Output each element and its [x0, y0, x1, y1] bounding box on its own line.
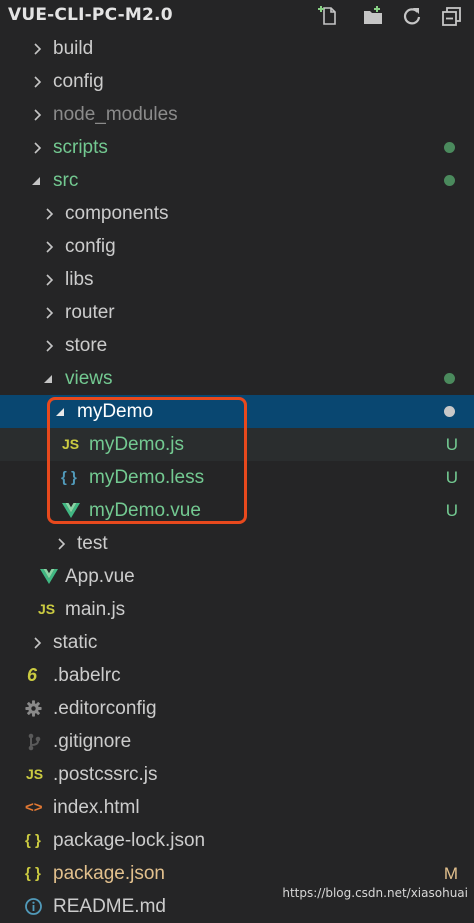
tree-item-main-js[interactable]: JS main.js — [0, 593, 474, 626]
refresh-icon[interactable] — [401, 5, 423, 27]
gear-icon — [25, 700, 42, 717]
git-change-dot — [444, 142, 455, 153]
tree-item-mydemo[interactable]: myDemo — [0, 395, 474, 428]
tree-item-label: config — [65, 236, 116, 257]
tree-item-label: scripts — [53, 137, 108, 158]
tree-item-label: .editorconfig — [53, 698, 157, 719]
tree-item-label: libs — [65, 269, 94, 290]
tree-item-src[interactable]: src — [0, 164, 474, 197]
javascript-file-icon: JS — [26, 766, 44, 782]
tree-item-mydemo-vue[interactable]: myDemo.vue U — [0, 494, 474, 527]
tree-item-label: myDemo.vue — [89, 500, 201, 521]
tree-item-label: views — [65, 368, 113, 389]
braces-file-icon: { } — [25, 832, 41, 849]
tree-item-test[interactable]: test — [0, 527, 474, 560]
tree-item-editorconfig[interactable]: .editorconfig — [0, 692, 474, 725]
git-change-dot — [444, 373, 455, 384]
tree-item-label: router — [65, 302, 115, 323]
tree-item-label: App.vue — [65, 566, 135, 587]
tree-item-scripts[interactable]: scripts — [0, 131, 474, 164]
tree-item-libs[interactable]: libs — [0, 263, 474, 296]
tree-item-label: node_modules — [53, 104, 178, 125]
tree-item-components[interactable]: components — [0, 197, 474, 230]
tree-item-mydemo-less[interactable]: { } myDemo.less U — [0, 461, 474, 494]
tree-item-label: package.json — [53, 863, 165, 884]
git-change-dot — [444, 175, 455, 186]
tree-item-config[interactable]: config — [0, 65, 474, 98]
tree-item-babelrc[interactable]: 6 .babelrc — [0, 659, 474, 692]
tree-item-router[interactable]: router — [0, 296, 474, 329]
tree-item-label: .babelrc — [53, 665, 121, 686]
html-file-icon: <> — [25, 799, 43, 816]
tree-item-label: components — [65, 203, 169, 224]
tree-item-label: store — [65, 335, 108, 356]
chevron-right-icon — [34, 637, 42, 649]
chevron-right-icon — [46, 340, 54, 352]
new-folder-icon[interactable] — [362, 5, 384, 27]
tree-item-index-html[interactable]: <> index.html — [0, 791, 474, 824]
tree-item-node-modules[interactable]: node_modules — [0, 98, 474, 131]
tree-item-label: package-lock.json — [53, 830, 206, 851]
vue-file-icon — [62, 503, 80, 518]
tree-item-label: myDemo.less — [89, 467, 205, 488]
chevron-down-icon — [56, 408, 64, 416]
tree-item-label: src — [53, 170, 79, 191]
tree-item-mydemo-js[interactable]: JS myDemo.js U — [0, 428, 474, 461]
babel-file-icon: 6 — [27, 665, 38, 685]
new-file-icon[interactable] — [318, 5, 340, 27]
tree-item-gitignore[interactable]: .gitignore — [0, 725, 474, 758]
git-change-dot — [444, 406, 455, 417]
tree-item-label: README.md — [53, 896, 166, 917]
tree-item-label: index.html — [53, 797, 140, 818]
tree-item-store[interactable]: store — [0, 329, 474, 362]
braces-file-icon: { } — [61, 469, 77, 486]
chevron-right-icon — [46, 274, 54, 286]
vue-file-icon — [40, 569, 58, 584]
git-status-untracked: U — [445, 435, 458, 454]
chevron-down-icon — [32, 177, 40, 185]
git-status-untracked: U — [445, 468, 458, 487]
chevron-right-icon — [34, 109, 42, 121]
explorer-title[interactable]: VUE-CLI-PC-M2.0 — [8, 5, 173, 25]
tree-item-label: static — [53, 632, 98, 653]
javascript-file-icon: JS — [38, 601, 56, 617]
tree-item-src-config[interactable]: config — [0, 230, 474, 263]
tree-item-package-lock[interactable]: { } package-lock.json — [0, 824, 474, 857]
tree-item-label: test — [77, 533, 108, 554]
tree-item-postcssrc[interactable]: JS .postcssrc.js — [0, 758, 474, 791]
tree-item-label: main.js — [65, 599, 126, 620]
chevron-right-icon — [34, 43, 42, 55]
tree-item-label: config — [53, 71, 104, 92]
tree-item-app-vue[interactable]: App.vue — [0, 560, 474, 593]
chevron-right-icon — [46, 307, 54, 319]
chevron-right-icon — [46, 208, 54, 220]
chevron-right-icon — [58, 538, 66, 550]
chevron-right-icon — [34, 76, 42, 88]
git-icon — [28, 733, 41, 751]
explorer-header: VUE-CLI-PC-M2.0 — [0, 0, 474, 32]
info-icon — [25, 898, 42, 915]
chevron-right-icon — [46, 241, 54, 253]
watermark: https://blog.csdn.net/xiasohuai — [282, 886, 468, 900]
chevron-down-icon — [44, 375, 52, 383]
braces-file-icon: { } — [25, 865, 41, 882]
tree-item-label: myDemo.js — [89, 434, 185, 455]
tree-item-static[interactable]: static — [0, 626, 474, 659]
file-tree: build config node_modules scripts src co… — [0, 32, 474, 923]
tree-item-label: myDemo — [77, 401, 154, 422]
tree-item-build[interactable]: build — [0, 32, 474, 65]
tree-item-label: build — [53, 38, 94, 59]
tree-item-label: .postcssrc.js — [53, 764, 158, 785]
chevron-right-icon — [34, 142, 42, 154]
collapse-all-icon[interactable] — [441, 5, 463, 27]
git-status-untracked: U — [445, 501, 458, 520]
javascript-file-icon: JS — [62, 436, 80, 452]
tree-item-views[interactable]: views — [0, 362, 474, 395]
tree-item-label: .gitignore — [53, 731, 132, 752]
